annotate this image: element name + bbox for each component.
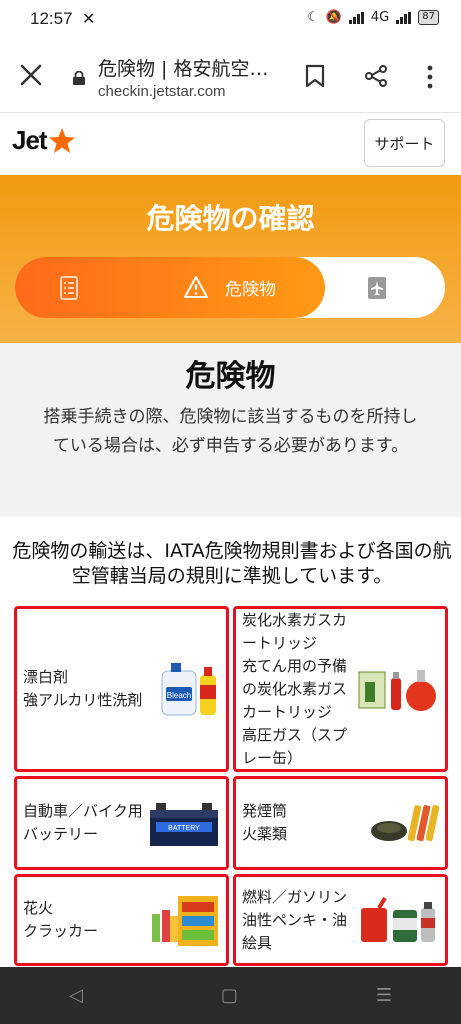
share-icon[interactable] [364,64,388,88]
item-text: 花火 クラッカー [23,899,99,940]
section-title: 危険物 [185,359,276,394]
intro-section: 危険物 搭乗手続きの際、危険物に該当するものを所持している場合は、必ず申告する必… [0,343,461,517]
section-description: 搭乗手続きの際、危険物に該当するものを所持している場合は、必ず申告する必要があり… [43,407,418,456]
fireworks-image [152,896,218,946]
item-battery: 自動車／バイク用バッテリー BATTERY [14,776,229,870]
mute-icon: 🔕 [325,10,342,25]
warning-icon [184,276,208,298]
recents-icon[interactable]: ☰ [376,985,392,1006]
item-fuel: 燃料／ガソリン 油性ペンキ・油絵具 [233,874,448,966]
star-icon [48,127,75,153]
item-text: 燃料／ガソリン 油性ペンキ・油絵具 [242,887,348,952]
item-text: 自動車／バイク用バッテリー [23,802,143,843]
moon-icon: ☾ [307,10,319,25]
document-list-icon [60,276,78,300]
support-button[interactable]: サポート [364,119,445,167]
browser-toolbar: 危険物 | 格安航空… checkin.jetstar.com [0,40,461,113]
dangerous-goods-grid: 漂白剤 強アルカリ性洗剤 Bleach 炭化水素ガスカートリッジ 充てん用の予備… [14,606,448,966]
flares-image [371,805,439,842]
battery-icon: 87 [418,10,439,25]
car-battery-image: BATTERY [150,803,218,846]
system-nav-bar: ◁ ▢ ☰ [0,967,461,1024]
bleach-bottles-image: Bleach [161,663,216,716]
step-label-dangerous-goods: 危険物 [225,280,276,300]
status-time: 12:57 [30,9,73,28]
signal-icon [348,11,364,24]
item-flares: 発煙筒 火薬類 [233,776,448,870]
lock-icon [73,71,85,85]
close-icon[interactable] [18,62,44,88]
app-notification-icon: ✕ [82,9,96,28]
more-menu-icon[interactable] [425,64,435,90]
home-icon[interactable]: ▢ [221,985,238,1006]
signal-icon-2 [396,11,412,24]
svg-text:BATTERY: BATTERY [168,825,200,832]
banner-heading: 危険物の確認 [146,202,315,235]
logo-text: Jet [12,125,48,155]
network-type: 4G [370,10,390,25]
item-fireworks: 花火 クラッカー [14,874,229,966]
boarding-pass-icon [368,277,386,299]
site-header: Jet サポート [0,113,461,175]
bookmark-icon[interactable] [304,64,326,88]
item-gas-cartridge: 炭化水素ガスカートリッジ 充てん用の予備の炭化水素ガスカートリッジ 高圧ガス（ス… [233,606,448,772]
status-bar: 12:57 ✕ ☾ 🔕 4G 87 [0,0,461,40]
page-title: 危険物 | 格安航空… [98,58,269,80]
jetstar-logo[interactable]: Jet [12,125,77,156]
iata-notice: 危険物の輸送は、IATA危険物規則書および各国の航空管轄当局の規則に準拠していま… [12,540,452,587]
item-text: 発煙筒 火薬類 [242,802,288,843]
page-url: checkin.jetstar.com [98,83,226,100]
svg-text:Bleach: Bleach [167,691,191,700]
item-text: 炭化水素ガスカートリッジ 充てん用の予備の炭化水素ガスカートリッジ 高圧ガス（ス… [242,610,348,767]
item-text: 漂白剤 強アルカリ性洗剤 [23,668,143,709]
status-icons: ☾ 🔕 4G 87 [307,10,439,25]
back-icon[interactable]: ◁ [69,985,83,1006]
page-banner: 危険物の確認 危険物 [0,175,461,343]
gas-cartridges-image [358,670,436,711]
progress-stepper: 危険物 [15,257,445,318]
fuel-cans-image [361,896,435,942]
item-bleach: 漂白剤 強アルカリ性洗剤 Bleach [14,606,229,772]
